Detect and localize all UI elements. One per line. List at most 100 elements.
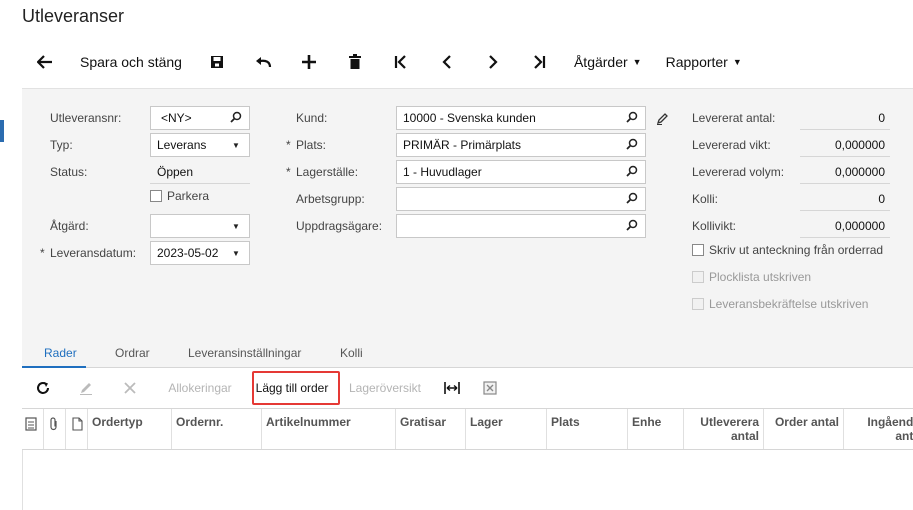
type-select[interactable]: Leverans ▼ — [150, 133, 250, 157]
left-edge-marker — [0, 120, 4, 142]
package-weight-value: 0,000000 — [834, 219, 885, 233]
previous-icon[interactable] — [424, 42, 470, 82]
shipped-volume-value: 0,000000 — [834, 165, 885, 179]
grid-toolbar: Allokeringar Lägg till order Lageröversi… — [22, 370, 913, 406]
fit-columns-icon[interactable] — [434, 373, 470, 403]
refresh-icon[interactable] — [22, 373, 64, 403]
tab-ordrar[interactable]: Ordrar — [115, 346, 150, 360]
shipment-date-label: Leveransdatum: — [50, 246, 137, 260]
reports-menu[interactable]: Rapporter ▼ — [654, 42, 754, 82]
chevron-down-icon[interactable]: ▼ — [229, 249, 243, 258]
shipment-date-value: 2023-05-02 — [157, 246, 219, 260]
detail-tabs: Rader Ordrar Leveransinställningar Kolli — [22, 340, 913, 368]
shipment-nbr-value: <NY> — [161, 111, 192, 125]
warehouse-label: Lagerställe: — [296, 165, 359, 179]
location-field[interactable]: PRIMÄR - Primärplats — [396, 133, 646, 157]
confirmation-printed-checkbox: Leveransbekräftelse utskriven — [692, 297, 868, 311]
delete-row-icon — [108, 373, 152, 403]
active-tab-indicator — [22, 366, 86, 368]
column-ordertyp[interactable]: Ordertyp — [88, 409, 172, 449]
inventory-summary-button: Lageröversikt — [348, 381, 422, 395]
main-toolbar: Spara och stäng Åtgärder ▼ Rapporter ▼ — [22, 40, 913, 84]
warehouse-field[interactable]: 1 - Huvudlager — [396, 160, 646, 184]
shipped-qty-value: 0 — [878, 111, 885, 125]
search-icon[interactable] — [229, 111, 243, 126]
shipment-date-field[interactable]: 2023-05-02 ▼ — [150, 241, 250, 265]
last-record-icon[interactable] — [516, 42, 562, 82]
search-icon[interactable] — [625, 192, 639, 207]
left-edge — [0, 0, 6, 510]
tab-leveransinstallningar[interactable]: Leveransinställningar — [188, 346, 301, 360]
search-icon[interactable] — [625, 138, 639, 153]
status-label: Status: — [50, 165, 88, 179]
save-close-button[interactable]: Spara och stäng — [68, 42, 194, 82]
export-excel-icon[interactable] — [470, 373, 510, 403]
tab-rader[interactable]: Rader — [44, 346, 77, 360]
undo-icon[interactable] — [240, 42, 286, 82]
customer-field[interactable]: 10000 - Svenska kunden — [396, 106, 646, 130]
paperclip-icon — [48, 417, 60, 434]
add-icon[interactable] — [286, 42, 332, 82]
column-ingaende-antal[interactable]: Ingående anta — [844, 409, 913, 449]
shipped-qty-label: Levererat antal: — [692, 111, 776, 125]
type-label: Typ: — [50, 138, 73, 152]
document-column[interactable] — [66, 409, 88, 449]
actions-menu[interactable]: Åtgärder ▼ — [562, 42, 654, 82]
attachments-column[interactable] — [44, 409, 66, 449]
shipment-nbr-field[interactable]: <NY> — [150, 106, 250, 130]
column-order-antal[interactable]: Order antal — [764, 409, 844, 449]
location-label: Plats: — [296, 138, 327, 152]
shipped-volume-underline — [800, 183, 890, 184]
back-icon[interactable] — [22, 42, 68, 82]
package-weight-label: Kollivikt: — [692, 219, 737, 233]
search-icon[interactable] — [625, 219, 639, 234]
shipped-weight-label: Levererad vikt: — [692, 138, 771, 152]
packages-value: 0 — [878, 192, 885, 206]
chevron-down-icon: ▼ — [232, 140, 240, 150]
owner-field[interactable] — [396, 214, 646, 238]
files-icon — [25, 417, 37, 434]
delete-icon[interactable] — [332, 42, 378, 82]
required-mark: * — [286, 165, 291, 179]
search-icon[interactable] — [625, 165, 639, 180]
print-note-label: Skriv ut anteckning från orderrad — [709, 243, 884, 257]
edit-row-icon — [64, 373, 108, 403]
shipped-qty-underline — [800, 129, 890, 130]
next-icon[interactable] — [470, 42, 516, 82]
column-plats[interactable]: Plats — [547, 409, 628, 449]
checkbox-box — [692, 271, 704, 283]
column-lager[interactable]: Lager — [466, 409, 547, 449]
packages-label: Kolli: — [692, 192, 719, 206]
first-record-icon[interactable] — [378, 42, 424, 82]
customer-value: 10000 - Svenska kunden — [403, 111, 536, 125]
shipped-weight-value: 0,000000 — [834, 138, 885, 152]
add-order-highlight — [252, 371, 340, 405]
column-gratisar[interactable]: Gratisar — [396, 409, 466, 449]
location-value: PRIMÄR - Primärplats — [403, 138, 522, 152]
shipment-nbr-label: Utleveransnr: — [50, 111, 122, 125]
status-underline — [150, 183, 250, 184]
owner-label: Uppdragsägare: — [296, 219, 383, 233]
column-enhet[interactable]: Enhe — [628, 409, 684, 449]
page-title: Utleveranser — [22, 6, 125, 26]
packages-underline — [800, 210, 890, 211]
operation-select[interactable]: ▼ — [150, 214, 250, 238]
package-weight-underline — [800, 237, 890, 238]
edit-icon[interactable] — [654, 108, 670, 128]
tab-kolli[interactable]: Kolli — [340, 346, 363, 360]
column-utlevererat-antal[interactable]: Utleverera antal — [684, 409, 764, 449]
save-icon[interactable] — [194, 42, 240, 82]
hold-label: Parkera — [167, 189, 210, 203]
search-icon[interactable] — [625, 111, 639, 126]
workgroup-label: Arbetsgrupp: — [296, 192, 365, 206]
workgroup-field[interactable] — [396, 187, 646, 211]
customer-label: Kund: — [296, 111, 328, 125]
notes-column[interactable] — [22, 409, 44, 449]
column-artikelnummer[interactable]: Artikelnummer — [262, 409, 396, 449]
checkbox-box — [150, 190, 162, 202]
allocations-button: Allokeringar — [168, 381, 232, 395]
status-value: Öppen — [157, 165, 194, 179]
hold-checkbox[interactable]: Parkera — [150, 189, 209, 203]
print-note-checkbox[interactable]: Skriv ut anteckning från orderrad — [692, 243, 883, 257]
column-ordernr[interactable]: Ordernr. — [172, 409, 262, 449]
